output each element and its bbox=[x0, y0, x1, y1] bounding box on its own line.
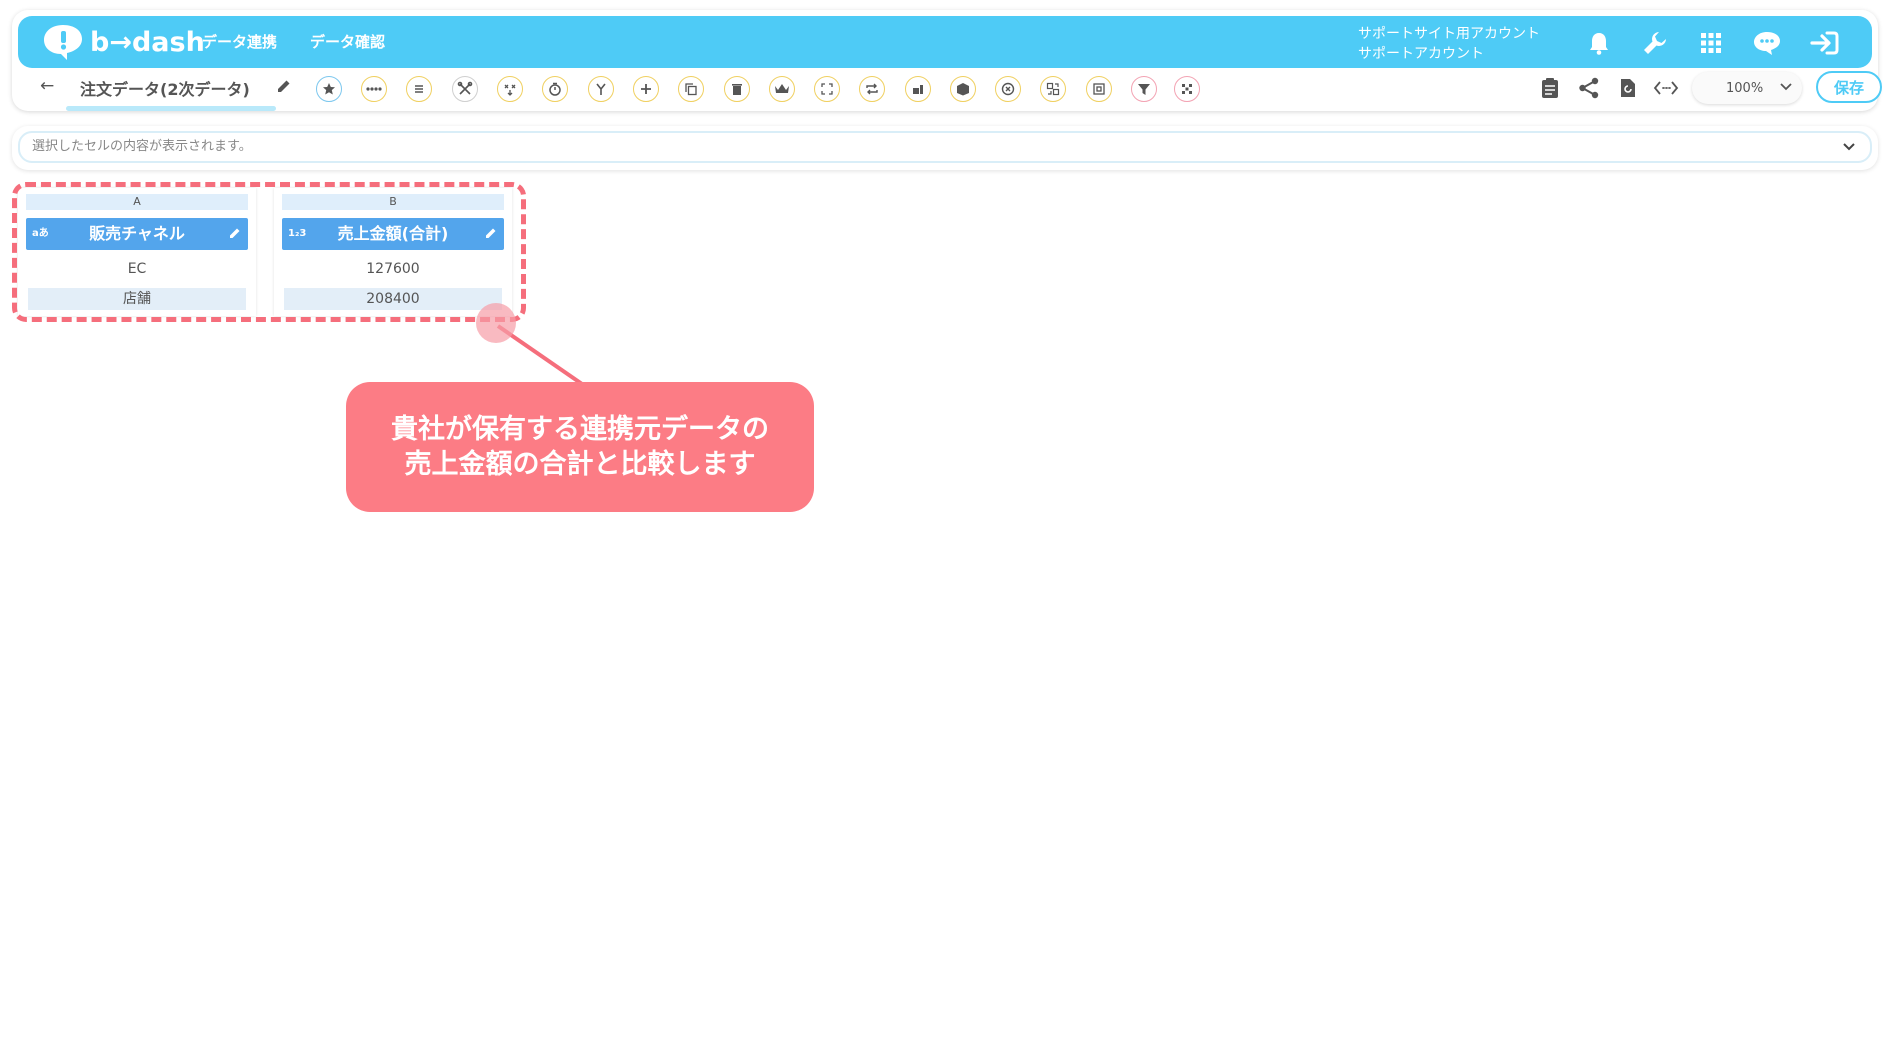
callout-pointer-line bbox=[496, 324, 584, 386]
annotation-callout: 貴社が保有する連携元データの 売上金額の合計と比較します bbox=[346, 382, 814, 512]
callout-line-2: 売上金額の合計と比較します bbox=[404, 449, 756, 480]
pointer-dot bbox=[476, 303, 516, 343]
callout-line-1: 貴社が保有する連携元データの bbox=[391, 414, 769, 445]
